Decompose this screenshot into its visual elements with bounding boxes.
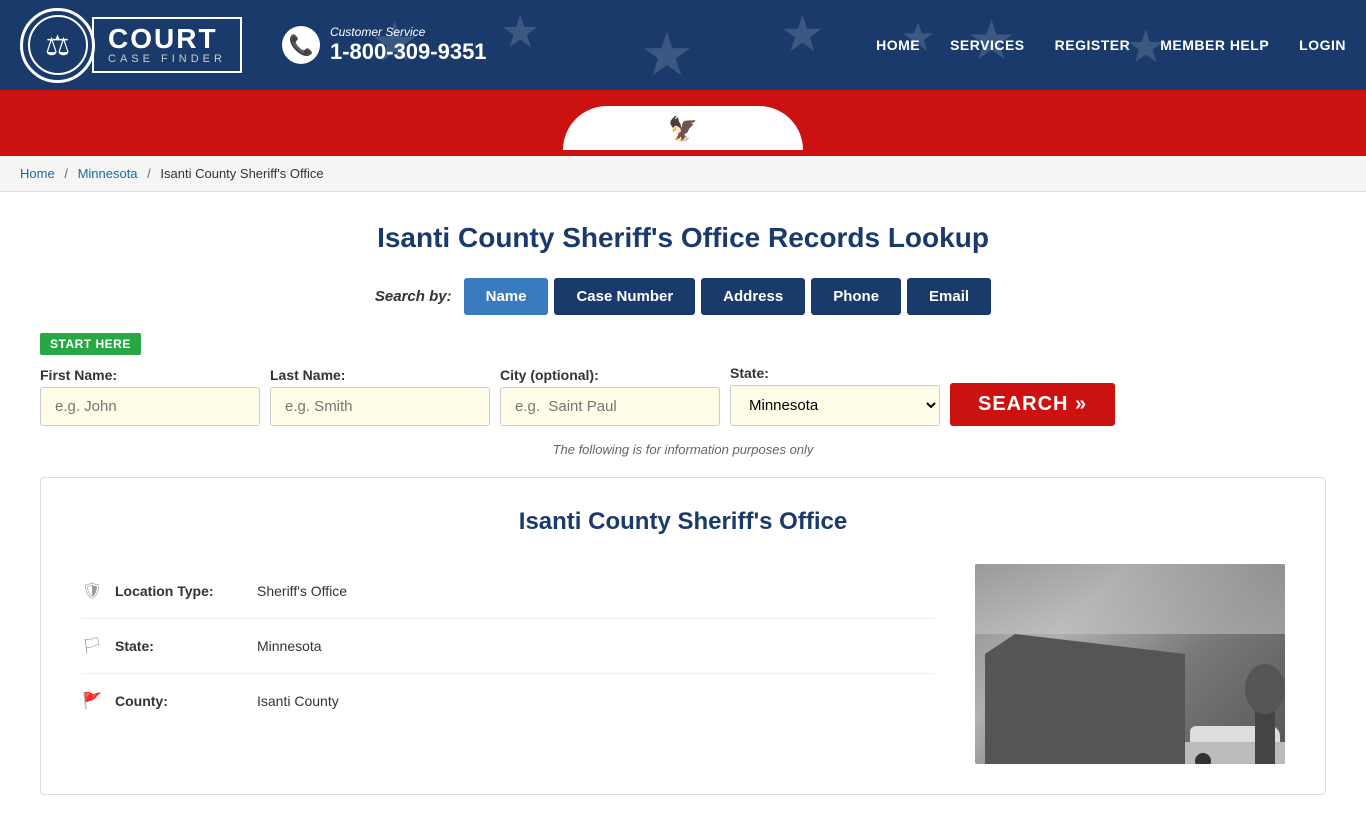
- car-wheel-left: [1195, 753, 1211, 764]
- building-roof: [985, 634, 1185, 654]
- tab-address[interactable]: Address: [701, 278, 805, 315]
- cs-text: Customer Service 1-800-309-9351: [330, 25, 487, 65]
- search-by-row: Search by: Name Case Number Address Phon…: [40, 278, 1326, 315]
- search-by-label: Search by:: [375, 288, 452, 305]
- sky: [975, 564, 1285, 634]
- city-input[interactable]: [500, 387, 720, 426]
- right-stars: ★ ★ ★: [706, 122, 748, 138]
- tree-top: [1245, 664, 1285, 714]
- state-group: State: Minnesota Alabama Alaska Arizona …: [730, 365, 940, 426]
- info-text: The following is for information purpose…: [40, 442, 1326, 457]
- logo-circle-inner: ⚖: [28, 15, 88, 75]
- breadcrumb: Home / Minnesota / Isanti County Sheriff…: [0, 156, 1366, 192]
- breadcrumb-sep-1: /: [64, 166, 68, 181]
- location-type-value: Sheriff's Office: [257, 583, 347, 599]
- county-value: Isanti County: [257, 693, 339, 709]
- state-select[interactable]: Minnesota Alabama Alaska Arizona Arkansa…: [730, 385, 940, 426]
- eagle-icon: 🦅: [668, 115, 698, 144]
- last-name-label: Last Name:: [270, 367, 490, 383]
- last-name-group: Last Name:: [270, 367, 490, 426]
- breadcrumb-home[interactable]: Home: [20, 166, 55, 181]
- logo-text-box: COURT CASE FINDER: [92, 17, 242, 73]
- first-name-label: First Name:: [40, 367, 260, 383]
- info-image-area: [975, 564, 1285, 764]
- building-shape: [985, 654, 1185, 764]
- main-nav: HOME SERVICES REGISTER MEMBER HELP LOGIN: [876, 37, 1346, 53]
- info-card: Isanti County Sheriff's Office 🛡 Locatio…: [40, 477, 1326, 795]
- start-here-badge: START HERE: [40, 333, 141, 355]
- map-icon: 🏳: [81, 635, 103, 657]
- eagle-overlay: ★ ★ ★ 🦅 ★ ★ ★: [618, 115, 748, 144]
- nav-services[interactable]: SERVICES: [950, 37, 1025, 53]
- info-row-county: 🚩 County: Isanti County: [81, 674, 935, 728]
- breadcrumb-sep-2: /: [147, 166, 151, 181]
- last-name-input[interactable]: [270, 387, 490, 426]
- logo[interactable]: ⚖ COURT CASE FINDER: [20, 8, 242, 83]
- logo-circle: ⚖: [20, 8, 95, 83]
- nav-home[interactable]: HOME: [876, 37, 920, 53]
- logo-finder-text: CASE FINDER: [108, 53, 226, 65]
- cs-phone: 1-800-309-9351: [330, 39, 487, 65]
- search-form-container: START HERE First Name: Last Name: City (…: [40, 333, 1326, 426]
- first-name-input[interactable]: [40, 387, 260, 426]
- first-name-group: First Name:: [40, 367, 260, 426]
- page-title: Isanti County Sheriff's Office Records L…: [40, 222, 1326, 254]
- phone-icon: 📞: [282, 26, 320, 64]
- tab-case-number[interactable]: Case Number: [554, 278, 695, 315]
- main-content: Isanti County Sheriff's Office Records L…: [0, 192, 1366, 835]
- header: ★ ★ ★ ★ ★ ★ ★ ⚖ COURT CASE FINDER 📞 Cust…: [0, 0, 1366, 90]
- info-details: 🛡 Location Type: Sheriff's Office 🏳 Stat…: [81, 564, 935, 764]
- breadcrumb-state[interactable]: Minnesota: [78, 166, 138, 181]
- city-label: City (optional):: [500, 367, 720, 383]
- flag-icon: 🚩: [81, 690, 103, 712]
- logo-court-text: COURT: [108, 25, 226, 53]
- tab-name[interactable]: Name: [464, 278, 549, 315]
- state-field-value: Minnesota: [257, 638, 322, 654]
- sheriff-office-image: [975, 564, 1285, 764]
- location-type-label: Location Type:: [115, 583, 245, 599]
- info-row-location: 🛡 Location Type: Sheriff's Office: [81, 564, 935, 619]
- nav-member-help[interactable]: MEMBER HELP: [1160, 37, 1269, 53]
- city-group: City (optional):: [500, 367, 720, 426]
- logo-icon: ⚖: [45, 29, 70, 62]
- cs-label: Customer Service: [330, 25, 487, 39]
- info-card-body: 🛡 Location Type: Sheriff's Office 🏳 Stat…: [81, 564, 1285, 764]
- nav-register[interactable]: REGISTER: [1055, 37, 1131, 53]
- eagle-banner: ★ ★ ★ 🦅 ★ ★ ★: [0, 106, 1366, 150]
- state-field-label: State:: [115, 638, 245, 654]
- left-stars: ★ ★ ★: [618, 122, 660, 138]
- tab-email[interactable]: Email: [907, 278, 991, 315]
- tab-phone[interactable]: Phone: [811, 278, 901, 315]
- state-label: State:: [730, 365, 940, 381]
- county-label: County:: [115, 693, 245, 709]
- info-card-title: Isanti County Sheriff's Office: [81, 508, 1285, 536]
- red-wave: [0, 90, 1366, 106]
- search-form: First Name: Last Name: City (optional): …: [40, 365, 1326, 426]
- search-button[interactable]: SEARCH »: [950, 383, 1115, 426]
- breadcrumb-current: Isanti County Sheriff's Office: [160, 166, 323, 181]
- shield-icon: 🛡: [81, 580, 103, 602]
- nav-login[interactable]: LOGIN: [1299, 37, 1346, 53]
- info-row-state: 🏳 State: Minnesota: [81, 619, 935, 674]
- customer-service: 📞 Customer Service 1-800-309-9351: [282, 25, 487, 65]
